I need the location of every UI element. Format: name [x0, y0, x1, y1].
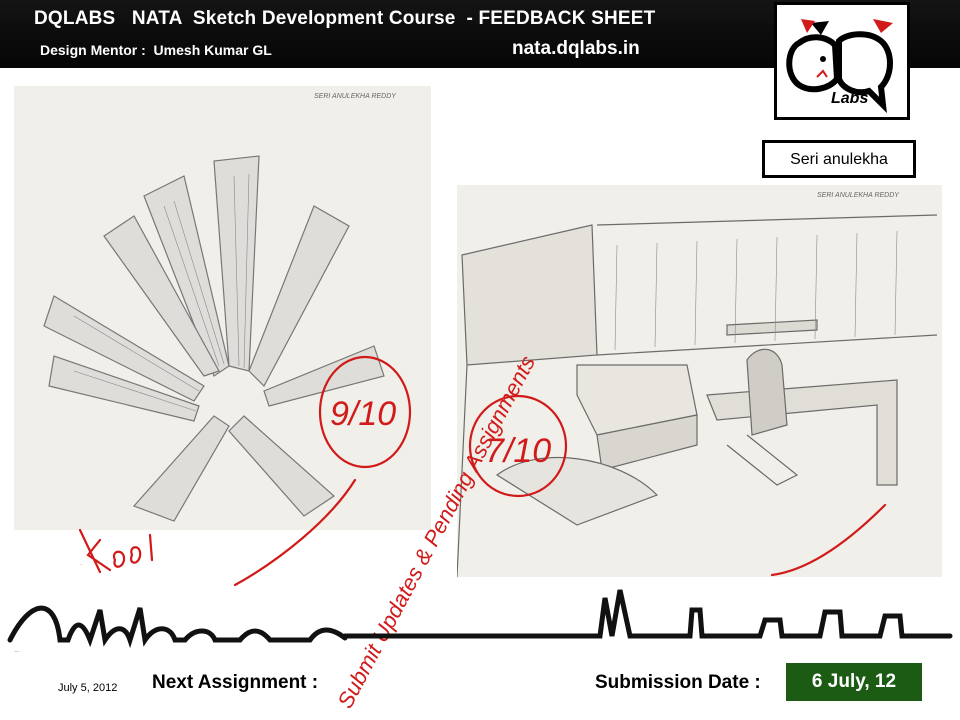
architecture-skyline: [7, 589, 953, 649]
submission-date-label: Submission Date :: [595, 672, 761, 693]
sheet-date: July 5, 2012: [58, 682, 118, 694]
score2-tick: [770, 503, 887, 577]
sketch1-score: 9/10: [330, 395, 396, 433]
next-assignment-label: Next Assignment :: [152, 672, 319, 693]
comment-kool: Kool: [80, 564, 83, 566]
score1-tick: [233, 478, 357, 587]
handwritten-overlay: 9/10 7/10 Submit Updates & Pending Assig…: [7, 351, 953, 712]
skyline-word: Architecture: [14, 650, 20, 653]
submission-date-badge: 6 July, 12: [786, 663, 922, 701]
